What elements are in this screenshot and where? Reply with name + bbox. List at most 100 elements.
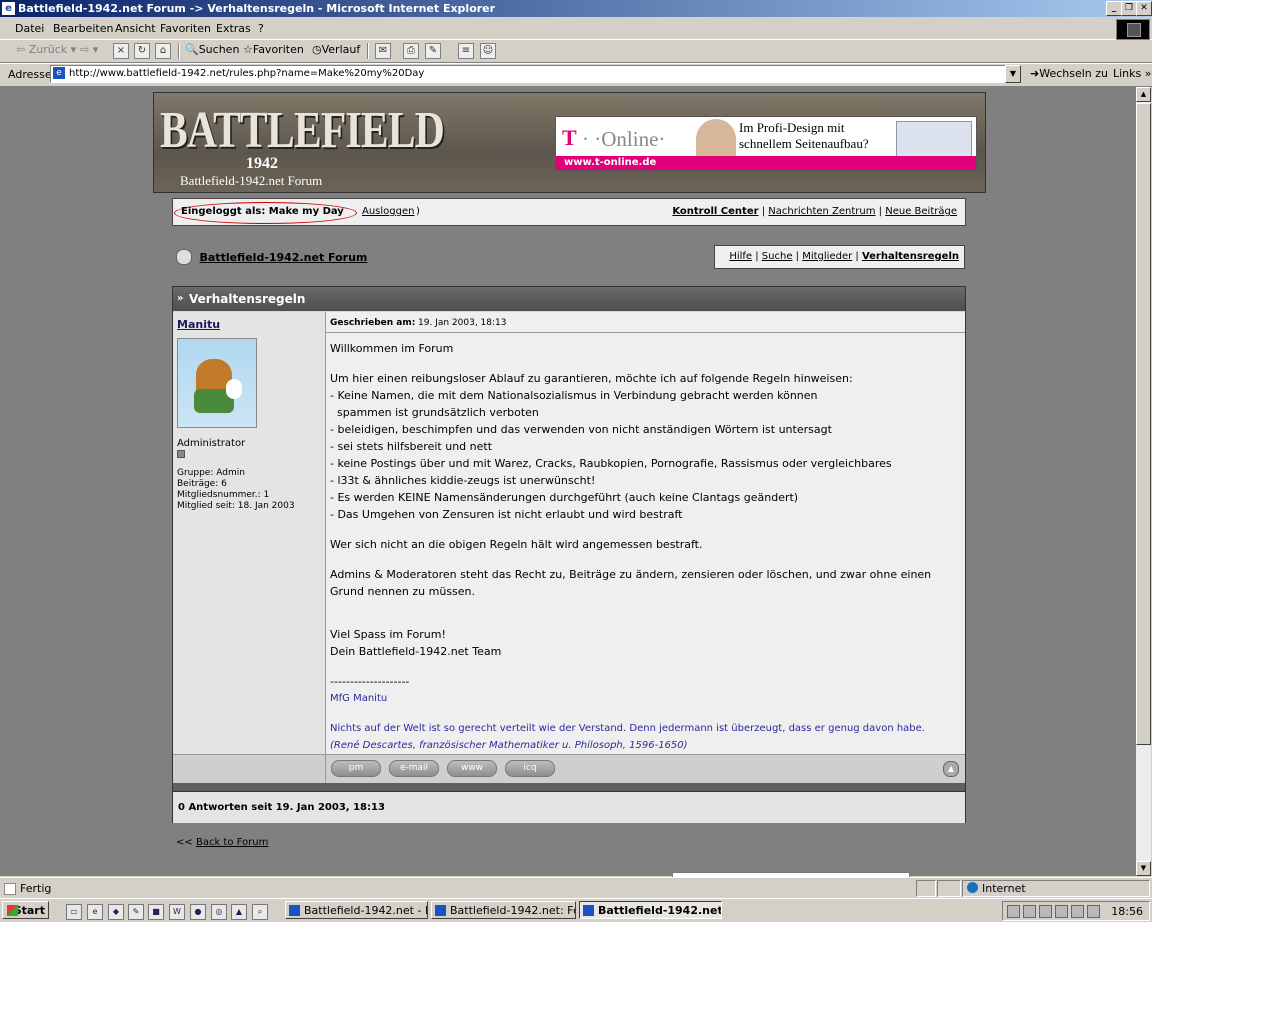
vertical-scrollbar[interactable]: ▲ ▼ xyxy=(1136,87,1151,876)
search-link[interactable]: Suche xyxy=(762,251,793,262)
clock[interactable]: 18:56 xyxy=(1111,905,1143,918)
forum-home-link[interactable]: Battlefield-1942.net Forum xyxy=(200,251,368,264)
help-link[interactable]: Hilfe xyxy=(729,251,752,262)
signature-line: MfG Manitu xyxy=(330,693,388,704)
rule-item: - beleidigen, beschimpfen und das verwen… xyxy=(330,423,832,436)
author-name-link[interactable]: Manitu xyxy=(177,318,220,331)
favorites-button[interactable]: ☆Favoriten xyxy=(243,43,304,56)
post-penalty: Wer sich nicht an die obigen Regeln hält… xyxy=(330,538,703,551)
menu-ansicht[interactable]: Ansicht xyxy=(115,22,156,35)
quicklaunch-app-icon[interactable]: ● xyxy=(190,904,206,920)
back-button[interactable]: ⇦ Zurück ▾ xyxy=(16,43,76,56)
refresh-icon[interactable]: ↻ xyxy=(134,43,150,59)
search-button[interactable]: 🔍Suchen xyxy=(185,43,239,56)
links-button[interactable]: Links » xyxy=(1113,67,1152,80)
members-link[interactable]: Mitglieder xyxy=(802,251,852,262)
quicklaunch-app-icon[interactable]: ■ xyxy=(148,904,164,920)
minimize-button[interactable]: _ xyxy=(1106,1,1122,16)
taskbar-window-active[interactable]: Battlefield-1942.net F... xyxy=(579,901,722,919)
task-label: Battlefield-1942.net: Foru... xyxy=(450,904,575,917)
quicklaunch-app-icon[interactable]: ▲ xyxy=(231,904,247,920)
stop-icon[interactable]: × xyxy=(113,43,129,59)
rule-item: - Das Umgehen von Zensuren ist nicht erl… xyxy=(330,508,683,521)
status-text: Fertig xyxy=(20,882,52,895)
www-button[interactable]: www xyxy=(447,760,497,777)
tray-app-icon[interactable] xyxy=(1039,905,1052,918)
rule-item: - Es werden KEINE Namensänderungen durch… xyxy=(330,491,799,504)
icq-button[interactable]: icq xyxy=(505,760,555,777)
restore-button[interactable]: ❐ xyxy=(1121,1,1137,16)
control-center-link[interactable]: Kontroll Center xyxy=(672,206,758,217)
scroll-thumb[interactable] xyxy=(1136,103,1151,745)
address-input[interactable]: e http://www.battlefield-1942.net/rules.… xyxy=(50,65,1008,83)
tray-app-icon[interactable] xyxy=(1023,905,1036,918)
tray-app-icon[interactable] xyxy=(1087,905,1100,918)
address-dropdown-icon[interactable]: ▼ xyxy=(1005,65,1021,83)
pm-button[interactable]: pm xyxy=(331,760,381,777)
quicklaunch-app-icon[interactable]: ⌕ xyxy=(252,904,268,920)
back-to-forum-link[interactable]: Back to Forum xyxy=(196,837,268,848)
tonline-ad-banner[interactable]: T · ·Online· Im Profi-Design mit schnelle… xyxy=(555,116,977,171)
taskbar-window[interactable]: Battlefield-1942.net - Mic... xyxy=(285,901,428,919)
quicklaunch-app-icon[interactable]: ✎ xyxy=(128,904,144,920)
status-cell xyxy=(937,880,961,897)
status-cell xyxy=(916,880,936,897)
quicklaunch-app-icon[interactable]: ◎ xyxy=(211,904,227,920)
page-status-icon xyxy=(4,883,16,895)
quicklaunch-app-icon[interactable]: ◆ xyxy=(108,904,124,920)
discuss-icon[interactable]: ≡ xyxy=(458,43,474,59)
edit-icon[interactable]: ✎ xyxy=(425,43,441,59)
post-body: Willkommen im Forum Um hier einen reibun… xyxy=(330,340,960,754)
back-to-top-icon[interactable]: ▲ xyxy=(943,761,959,777)
logo-year: 1942 xyxy=(246,155,278,172)
battlefield-logo[interactable]: BATTLEFIELD 1942 Battlefield-1942.net Fo… xyxy=(154,93,445,192)
tray-app-icon[interactable] xyxy=(1071,905,1084,918)
logo-subtitle: Battlefield-1942.net Forum xyxy=(180,173,323,188)
taskbar-window[interactable]: Battlefield-1942.net: Foru... xyxy=(431,901,576,919)
back-arrows: << xyxy=(176,837,193,848)
menu-bearbeiten[interactable]: Bearbeiten xyxy=(53,22,113,35)
rules-link[interactable]: Verhaltensregeln xyxy=(862,251,959,262)
ie-window-icon xyxy=(583,905,594,916)
messenger-icon[interactable]: ☺ xyxy=(480,43,496,59)
tray-app-icon[interactable] xyxy=(1055,905,1068,918)
thread-header: » Verhaltensregeln xyxy=(173,287,965,311)
forward-button[interactable]: ⇨ ▾ xyxy=(80,43,98,56)
quicklaunch-word-icon[interactable]: W xyxy=(169,904,185,920)
email-button[interactable]: e-mail xyxy=(389,760,439,777)
rule-item: - Keine Namen, die mit dem Nationalsozia… xyxy=(330,389,818,402)
history-button[interactable]: ◷Verlauf xyxy=(312,43,360,56)
back-nav: << Back to Forum xyxy=(176,837,268,848)
menu-datei[interactable]: Datei xyxy=(15,22,44,35)
start-label: Start xyxy=(13,904,45,917)
signature-rule: -------------------- xyxy=(330,675,410,688)
mail-icon[interactable]: ✉ xyxy=(375,43,391,59)
page-icon: e xyxy=(53,67,65,79)
print-icon[interactable]: ⎙ xyxy=(403,43,419,59)
ad-brand: T xyxy=(562,125,577,150)
new-posts-link[interactable]: Neue Beiträge xyxy=(885,206,957,217)
rule-item: - sei stets hilfsbereit und nett xyxy=(330,440,493,453)
volume-icon[interactable] xyxy=(1007,905,1020,918)
post-closing: Dein Battlefield-1942.net Team xyxy=(330,645,502,658)
logout-link[interactable]: Ausloggen xyxy=(362,206,414,217)
close-button[interactable]: ✕ xyxy=(1136,1,1152,16)
menu-help[interactable]: ? xyxy=(258,22,264,35)
go-button[interactable]: ➜Wechseln zu xyxy=(1030,67,1108,80)
start-button[interactable]: Start xyxy=(2,901,49,919)
messages-link[interactable]: Nachrichten Zentrum xyxy=(768,206,875,217)
window-title: Battlefield-1942.net Forum -> Verhaltens… xyxy=(18,2,496,15)
quicklaunch-desktop-icon[interactable]: ▭ xyxy=(66,904,82,920)
back-label: Zurück xyxy=(28,43,68,56)
address-url[interactable]: http://www.battlefield-1942.net/rules.ph… xyxy=(69,68,424,79)
author-joined: Mitglied seit: 18. Jan 2003 xyxy=(177,501,295,511)
menu-extras[interactable]: Extras xyxy=(216,22,251,35)
logo-title: BATTLEFIELD xyxy=(160,102,445,159)
quicklaunch-ie-icon[interactable]: e xyxy=(87,904,103,920)
home-icon[interactable]: ⌂ xyxy=(155,43,171,59)
author-group: Gruppe: Admin xyxy=(177,468,245,478)
menu-favoriten[interactable]: Favoriten xyxy=(160,22,211,35)
internet-zone-icon xyxy=(967,882,978,893)
scroll-down-icon[interactable]: ▼ xyxy=(1136,861,1151,876)
scroll-up-icon[interactable]: ▲ xyxy=(1136,87,1151,102)
